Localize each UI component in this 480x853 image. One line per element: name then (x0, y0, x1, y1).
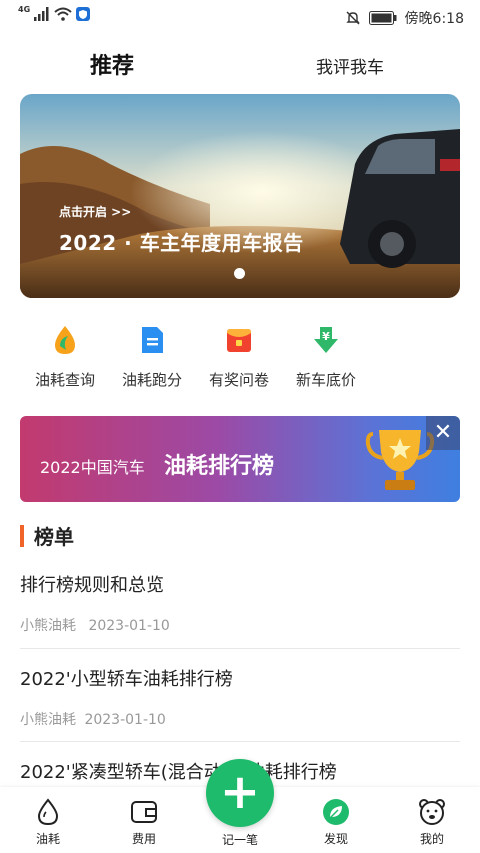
ranking-banner-title: 油耗排行榜 (164, 454, 275, 479)
nav-label: 我的 (419, 832, 444, 846)
status-left: 4G (18, 4, 91, 21)
fuel-drop-icon (55, 326, 75, 354)
list-item[interactable]: 排行榜规则和总览 小熊油耗 2023-01-10 (20, 571, 460, 635)
nav-label: 油耗 (35, 832, 60, 846)
red-envelope-icon (227, 329, 251, 352)
mute-bell-icon (345, 11, 360, 25)
divider (20, 741, 460, 742)
hero-banner[interactable]: 点击开启 >> 2022 · 车主年度用车报告 (20, 94, 460, 298)
nav-discover[interactable]: 发现 (288, 787, 384, 853)
svg-text:¥: ¥ (322, 330, 330, 343)
carousel-indicator (234, 268, 245, 279)
nav-label: 费用 (131, 832, 156, 846)
list-item[interactable]: 2022'小型轿车油耗排行榜 小熊油耗 2023-01-10 (20, 665, 460, 729)
nav-expense[interactable]: 费用 (96, 787, 192, 853)
leaf-icon (323, 799, 349, 825)
banner-title: 2022 · 车主年度用车报告 (59, 231, 304, 255)
ranking-banner-prefix: 2022中国汽车 (40, 458, 145, 477)
quick-actions: 油耗查询 油耗跑分 有奖问卷 ¥ 新车底价 (20, 322, 460, 392)
article-title: 排行榜规则和总览 (20, 575, 164, 596)
bear-icon (419, 799, 445, 825)
article-meta: 小熊油耗 2023-01-10 (20, 709, 460, 729)
network-type: 4G (18, 4, 31, 14)
article-author: 小熊油耗 (20, 712, 76, 728)
wallet-icon (131, 801, 157, 823)
tab-recommend[interactable]: 推荐 (90, 48, 134, 80)
status-right: 傍晚6:18 (345, 8, 464, 28)
fuel-ranking-banner[interactable]: 2022中国汽车 油耗排行榜 ✕ (20, 416, 460, 502)
quick-action-label: 油耗跑分 (121, 371, 182, 389)
section-accent-bar (20, 525, 24, 547)
article-meta: 小熊油耗 2023-01-10 (20, 615, 460, 635)
article-date: 2023-01-10 (84, 712, 166, 728)
close-icon[interactable]: ✕ (426, 416, 460, 450)
quick-action-survey[interactable]: 有奖问卷 (194, 322, 284, 390)
document-icon (142, 327, 163, 353)
article-date: 2023-01-10 (88, 618, 170, 634)
signal-icon (34, 7, 49, 21)
nav-mine[interactable]: 我的 (384, 787, 480, 853)
divider (20, 648, 460, 649)
quick-action-fuel-score[interactable]: 油耗跑分 (107, 322, 197, 390)
article-title: 2022'小型轿车油耗排行榜 (20, 669, 233, 690)
add-record-button[interactable]: + (206, 759, 274, 827)
yen-download-icon: ¥ (314, 327, 338, 353)
quick-action-fuel-query[interactable]: 油耗查询 (20, 322, 110, 390)
banner-subtitle: 点击开启 >> (59, 205, 132, 219)
quick-action-label: 有奖问卷 (208, 371, 269, 389)
quick-action-label: 新车底价 (295, 371, 356, 389)
status-bar: 4G 傍晚6:18 (0, 0, 480, 34)
wifi-icon (54, 7, 72, 21)
app-shield-icon (76, 7, 91, 21)
trophy-icon (365, 430, 435, 490)
nav-label: 发现 (323, 832, 348, 846)
article-author: 小熊油耗 (20, 618, 76, 634)
add-record-label: 记一笔 (221, 833, 258, 847)
section-title: 榜单 (34, 525, 74, 549)
quick-action-car-price[interactable]: ¥ 新车底价 (281, 322, 371, 390)
quick-action-label: 油耗查询 (34, 371, 95, 389)
plus-icon: + (219, 764, 261, 820)
nav-fuel[interactable]: 油耗 (0, 787, 96, 853)
tab-my-car-review[interactable]: 我评我车 (316, 53, 384, 78)
battery-icon (368, 11, 397, 25)
drop-icon (37, 798, 59, 826)
clock: 傍晚6:18 (404, 11, 464, 27)
